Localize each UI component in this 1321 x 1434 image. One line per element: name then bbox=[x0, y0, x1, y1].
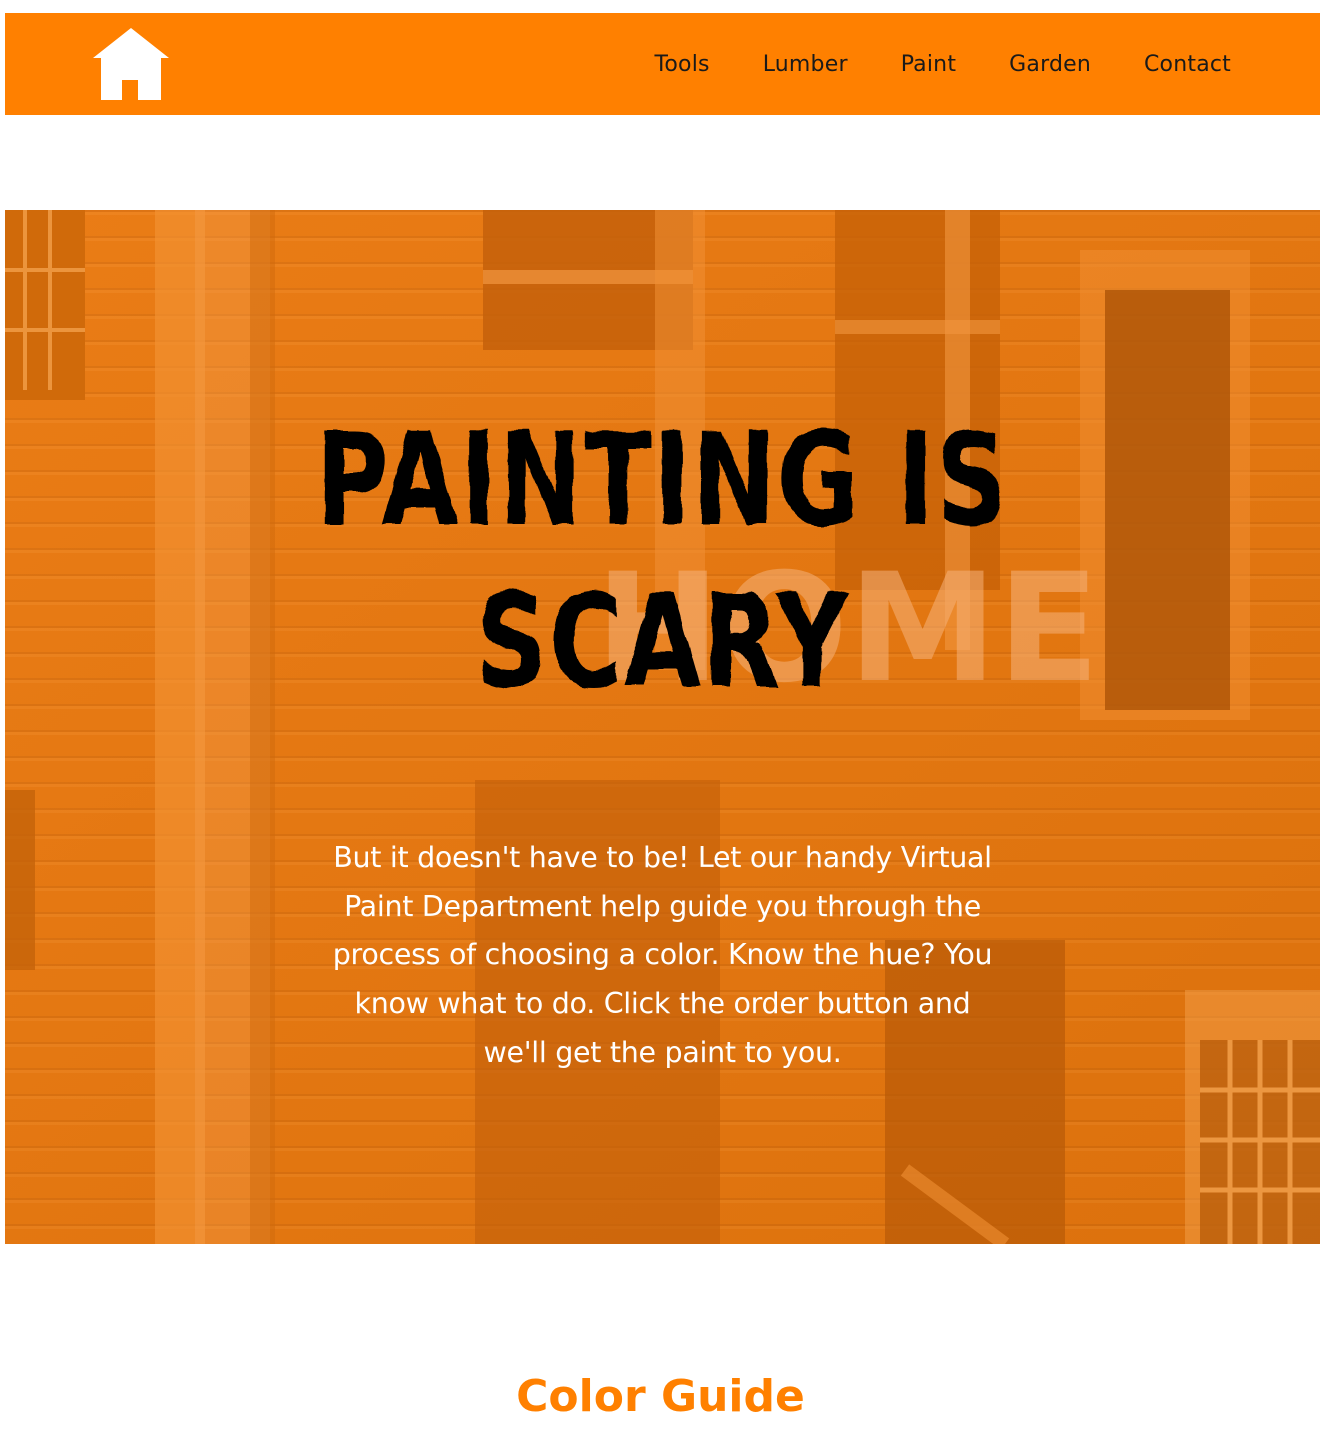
nav-link-garden[interactable]: Garden bbox=[1009, 52, 1091, 77]
nav-link-contact[interactable]: Contact bbox=[1144, 52, 1231, 77]
page: Tools Lumber Paint Garden Contact HOME P… bbox=[0, 0, 1321, 1434]
nav-link-lumber[interactable]: Lumber bbox=[763, 52, 848, 77]
site-header: Tools Lumber Paint Garden Contact bbox=[5, 13, 1320, 115]
nav-link-tools[interactable]: Tools bbox=[655, 52, 710, 77]
hero-description: But it doesn't have to be! Let our handy… bbox=[332, 841, 993, 1069]
hero-banner: HOME PAINTING IS SCARY But it doesn't ha… bbox=[5, 210, 1320, 1244]
hero-title: PAINTING IS SCARY bbox=[315, 406, 1010, 717]
hero-background-image: HOME bbox=[5, 210, 1320, 1244]
color-guide-heading: Color Guide bbox=[516, 1371, 805, 1422]
home-icon[interactable] bbox=[93, 28, 169, 100]
main-nav: Tools Lumber Paint Garden Contact bbox=[655, 13, 1232, 115]
nav-link-paint[interactable]: Paint bbox=[901, 52, 956, 77]
